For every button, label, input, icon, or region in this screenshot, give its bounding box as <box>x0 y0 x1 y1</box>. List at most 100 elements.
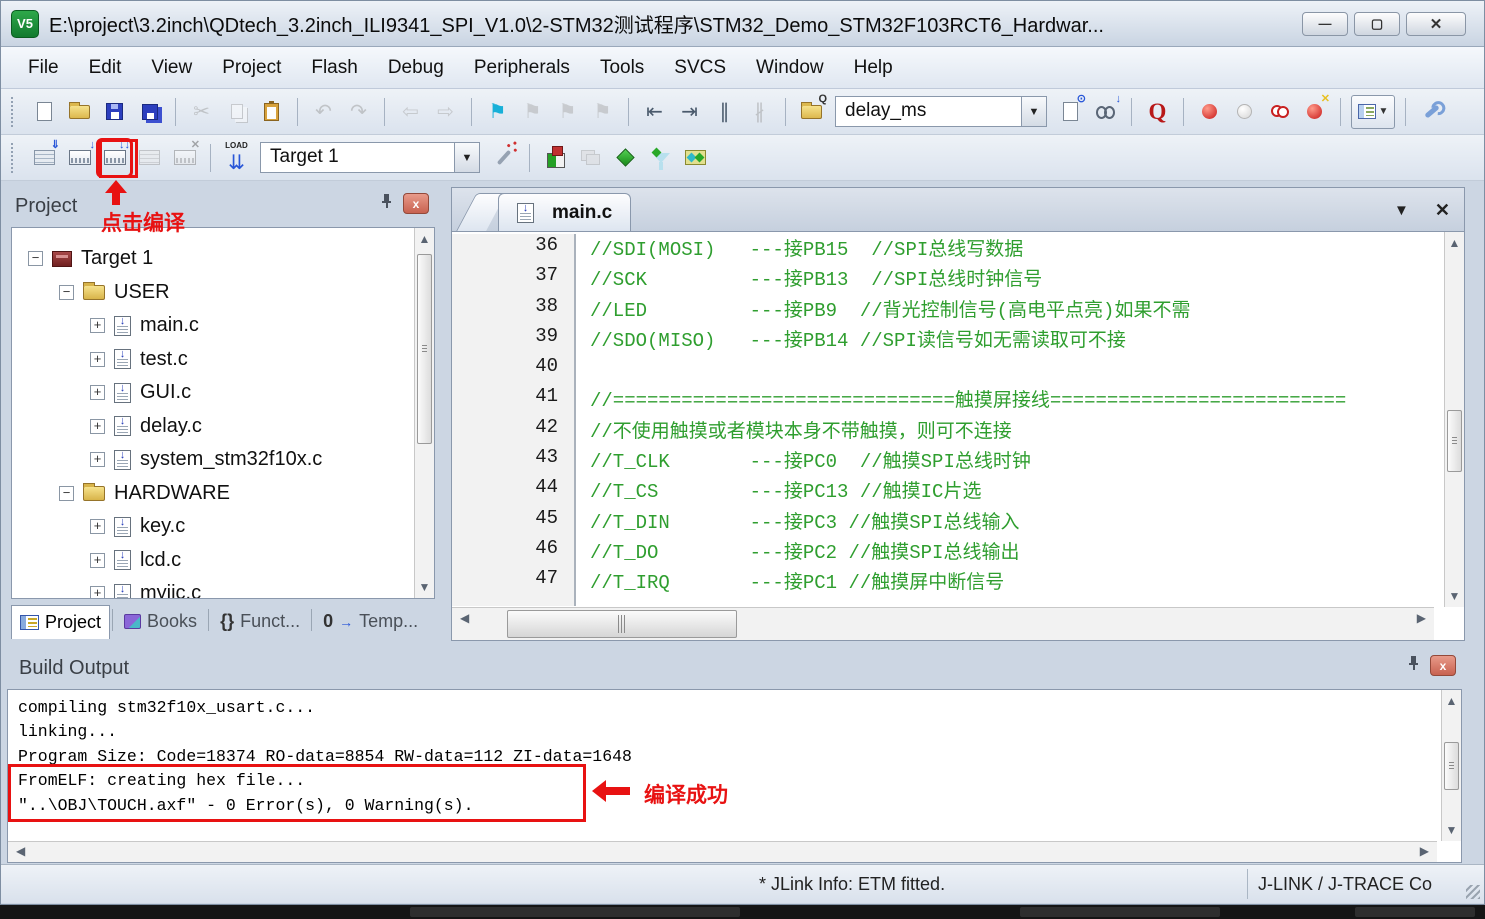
enable-breakpoint-button[interactable] <box>1229 95 1260 129</box>
menu-edit[interactable]: Edit <box>74 52 137 84</box>
batch-build-button[interactable] <box>134 141 165 175</box>
build-horizontal-scrollbar[interactable]: ◀ ▶ <box>8 841 1437 862</box>
editor-horizontal-scrollbar[interactable]: ◀ ▶ <box>452 607 1434 640</box>
tree-item-myiic-c[interactable]: +myiic.c <box>16 577 410 598</box>
configure-button[interactable] <box>1416 95 1447 129</box>
indent-button[interactable]: ⇥ <box>674 95 705 129</box>
tab-main-c[interactable]: main.c <box>498 193 631 232</box>
chevron-down-icon[interactable]: ▼ <box>1021 97 1046 126</box>
redo-button[interactable]: ↷ <box>343 95 374 129</box>
function-navigate-combo[interactable]: delay_ms▼ <box>835 96 1047 127</box>
kill-all-breakpoints-button[interactable]: ✕ <box>1299 95 1330 129</box>
menu-peripherals[interactable]: Peripherals <box>459 52 585 84</box>
find-button[interactable]: Q <box>1142 95 1173 129</box>
menu-flash[interactable]: Flash <box>296 52 372 84</box>
scroll-up-icon[interactable]: ▲ <box>1442 695 1461 707</box>
select-software-packs-button[interactable] <box>645 141 676 175</box>
find-definition-button[interactable]: ⊙ <box>1055 95 1086 129</box>
scroll-down-icon[interactable]: ▼ <box>1442 824 1461 836</box>
pin-icon[interactable] <box>380 193 393 214</box>
tree-item-delay-c[interactable]: +delay.c <box>16 410 410 444</box>
menu-project[interactable]: Project <box>207 52 296 84</box>
menu-view[interactable]: View <box>136 52 207 84</box>
menu-help[interactable]: Help <box>839 52 908 84</box>
target-select-combo[interactable]: Target 1▼ <box>260 142 480 173</box>
scroll-down-icon[interactable]: ▼ <box>415 581 434 593</box>
close-button[interactable]: ✕ <box>1406 12 1466 36</box>
scroll-right-icon[interactable]: ▶ <box>1420 845 1429 857</box>
options-for-target-button[interactable] <box>488 141 519 175</box>
tree-item-main-c[interactable]: +main.c <box>16 309 410 343</box>
stop-build-button[interactable]: ✕ <box>169 141 200 175</box>
tab-temp[interactable]: 0→Temp... <box>314 604 427 639</box>
manage-rte-button[interactable] <box>610 141 641 175</box>
scroll-up-icon[interactable]: ▲ <box>415 233 434 245</box>
copy-button[interactable] <box>221 95 252 129</box>
menu-window[interactable]: Window <box>741 52 839 84</box>
undo-button[interactable]: ↶ <box>308 95 339 129</box>
scroll-down-icon[interactable]: ▼ <box>1445 590 1464 602</box>
tab-funct[interactable]: {}Funct... <box>211 604 309 639</box>
chevron-down-icon[interactable]: ▼ <box>454 143 479 172</box>
prev-bookmark-button[interactable]: ⚑ <box>517 95 548 129</box>
clear-bookmarks-button[interactable]: ⚑ <box>587 95 618 129</box>
disable-all-breakpoints-button[interactable] <box>1264 95 1295 129</box>
expand-icon[interactable]: + <box>90 452 105 467</box>
open-file-button[interactable] <box>64 95 95 129</box>
manage-project-items-button[interactable] <box>540 141 571 175</box>
menu-tools[interactable]: Tools <box>585 52 659 84</box>
expand-icon[interactable]: + <box>90 519 105 534</box>
maximize-button[interactable]: ▢ <box>1354 12 1400 36</box>
collapse-icon[interactable]: − <box>59 486 74 501</box>
menu-svcs[interactable]: SVCS <box>659 52 741 84</box>
tab-books[interactable]: Books <box>115 604 206 639</box>
tree-item-test-c[interactable]: +test.c <box>16 343 410 377</box>
navigate-forward-button[interactable]: ⇨ <box>430 95 461 129</box>
toolbar-grip[interactable] <box>11 97 17 127</box>
collapse-icon[interactable]: − <box>59 285 74 300</box>
tree-item-target-1[interactable]: −Target 1 <box>16 242 410 276</box>
close-icon[interactable]: x <box>403 193 429 214</box>
code-text-area[interactable]: //SDI(MOSI) ---接PB15 //SPI总线写数据//SCK ---… <box>578 234 1434 606</box>
editor-vertical-scrollbar[interactable]: ▲ ▼ <box>1444 232 1464 607</box>
scroll-right-icon[interactable]: ▶ <box>1417 612 1426 624</box>
pin-icon[interactable] <box>1407 655 1420 676</box>
scroll-left-icon[interactable]: ◀ <box>16 845 25 857</box>
scroll-left-icon[interactable]: ◀ <box>460 612 469 624</box>
expand-icon[interactable]: + <box>90 385 105 400</box>
new-file-button[interactable] <box>29 95 60 129</box>
toolbar-grip[interactable] <box>11 143 17 173</box>
paste-button[interactable] <box>256 95 287 129</box>
tab-list-dropdown-icon[interactable]: ▼ <box>1394 202 1409 219</box>
download-button[interactable]: ⇊LOAD <box>221 141 252 175</box>
build-vertical-scrollbar[interactable]: ▲ ▼ <box>1441 690 1461 841</box>
expand-icon[interactable]: + <box>90 586 105 598</box>
save-all-button[interactable] <box>134 95 165 129</box>
expand-icon[interactable]: + <box>90 553 105 568</box>
scroll-up-icon[interactable]: ▲ <box>1445 237 1464 249</box>
save-button[interactable] <box>99 95 130 129</box>
collapse-icon[interactable]: − <box>28 251 43 266</box>
pack-installer-button[interactable] <box>680 141 711 175</box>
comment-button[interactable]: ∥ <box>709 95 740 129</box>
code-editor[interactable]: 363738394041424344454647 //SDI(MOSI) ---… <box>451 231 1465 641</box>
find-in-files-button[interactable]: Q <box>796 95 827 129</box>
translate-button[interactable]: ⇓ <box>29 141 60 175</box>
close-file-icon[interactable]: ✕ <box>1435 200 1450 221</box>
build-button[interactable]: ↓ <box>64 141 95 175</box>
navigate-back-button[interactable]: ⇦ <box>395 95 426 129</box>
menu-file[interactable]: File <box>13 52 74 84</box>
close-icon[interactable]: x <box>1430 655 1456 676</box>
cut-button[interactable]: ✂ <box>186 95 217 129</box>
manage-books-button[interactable] <box>575 141 606 175</box>
unindent-button[interactable]: ⇤ <box>639 95 670 129</box>
resize-grip[interactable] <box>1466 885 1480 899</box>
tab-project[interactable]: Project <box>11 605 110 639</box>
expand-icon[interactable]: + <box>90 419 105 434</box>
expand-icon[interactable]: + <box>90 352 105 367</box>
tree-item-gui-c[interactable]: +GUI.c <box>16 376 410 410</box>
tree-item-system-stm32f10x-c[interactable]: +system_stm32f10x.c <box>16 443 410 477</box>
toggle-bookmark-button[interactable]: ⚑ <box>482 95 513 129</box>
window-layout-button[interactable]: ▼ <box>1351 95 1395 129</box>
minimize-button[interactable]: — <box>1302 12 1348 36</box>
